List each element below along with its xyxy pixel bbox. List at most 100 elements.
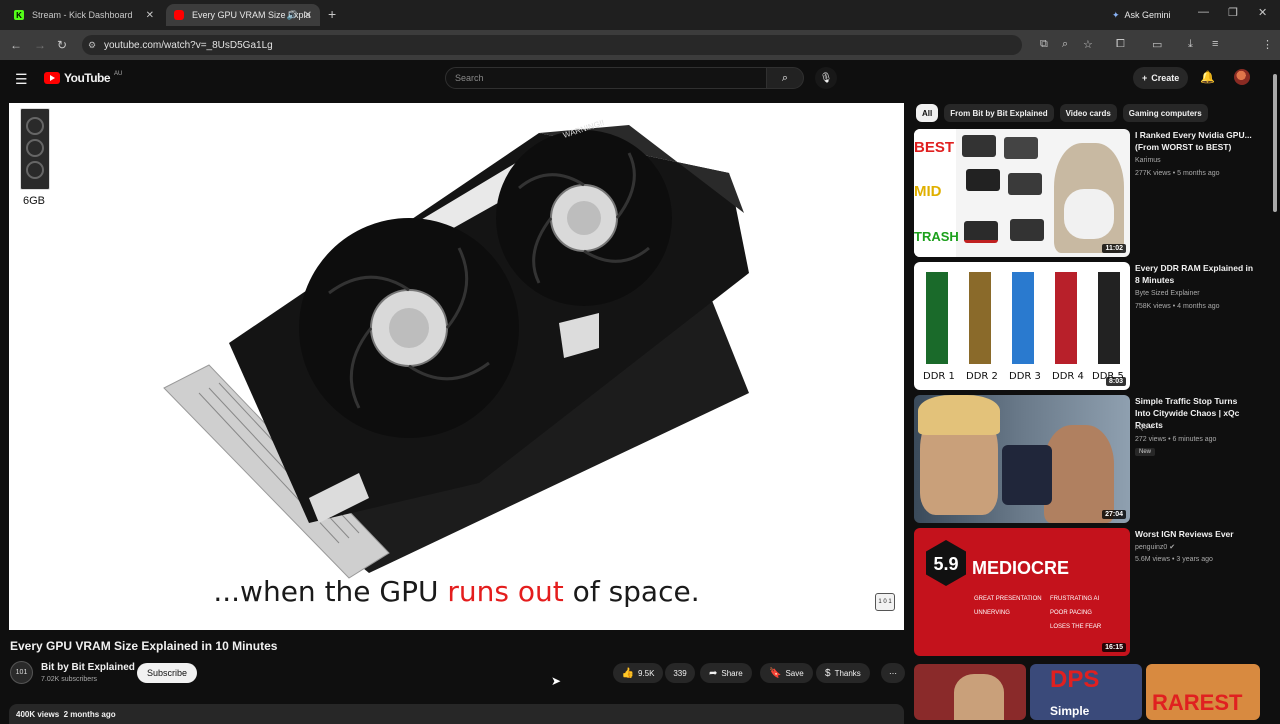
hamburger-menu-icon[interactable]: ☰ [15,71,28,88]
thumb-label-best: BEST [914,139,955,156]
share-button[interactable]: ➦ Share [700,663,752,683]
short-thumbnail[interactable] [914,664,1026,720]
tab-title: Stream - Kick Dashboard [32,10,133,20]
share-label: Share [721,668,743,678]
chip-from-channel[interactable]: From Bit by Bit Explained [944,104,1054,122]
youtube-play-logo-icon [44,72,60,84]
short-thumbnail[interactable]: DPS Simple [1030,664,1142,720]
thumb-label-ddr2: DDR 2 [966,371,998,382]
new-tab-button[interactable]: + [328,6,336,22]
channel-name: xQc [1135,424,1148,431]
subscriber-count: 7.02K subscribers [41,676,98,683]
country-code: AU [114,71,123,77]
chip-video-cards[interactable]: Video cards [1059,104,1117,122]
site-info-icon[interactable]: ⚙ [88,40,96,51]
recommendation-item[interactable]: DDR 1 DDR 2 DDR 3 DDR 4 DDR 5 8:03 Every… [914,262,1274,390]
upload-age: 2 months ago [63,710,116,719]
more-menu-icon[interactable]: ⋮ [1262,38,1273,51]
close-tab-icon[interactable]: ✕ [304,10,312,21]
save-button[interactable]: 🔖 Save [760,663,813,683]
comments-count-button[interactable]: 339 [665,663,695,683]
channel-name[interactable]: Bit by Bit Explained [41,662,135,673]
subscribe-button[interactable]: Subscribe [137,663,198,683]
video-caption: ...when the GPU runs out of space. [9,575,904,608]
create-label: Create [1151,73,1180,83]
recommendation-item[interactable]: BEST MID TRASH 11:02 I Ranked Every Nvid… [914,129,1274,257]
caption-text-highlight: runs out [447,575,564,608]
recommendation-channel[interactable]: xQc ✔ [1135,423,1155,431]
tab-kick-dashboard[interactable]: K Stream - Kick Dashboard ✕ [6,4,162,26]
thumb-label-ddr3: DDR 3 [1009,371,1041,382]
video-duration: 27:04 [1102,510,1126,519]
back-arrow-icon[interactable]: ← [10,38,22,52]
video-duration: 8:03 [1105,377,1126,386]
save-label: Save [785,668,804,678]
recommendation-title[interactable]: Worst IGN Reviews Ever [1135,528,1255,540]
thanks-button[interactable]: $ Thanks [816,663,870,683]
ask-gemini-button[interactable]: ✦ Ask Gemini [1104,6,1179,24]
recommendation-item[interactable]: 5.9 MEDIOCRE GREAT PRESENTATION UNNERVIN… [914,528,1274,656]
caption-text-end: of space. [563,575,700,608]
share-arrow-icon: ➦ [709,667,718,679]
video-thumbnail[interactable]: 5.9 MEDIOCRE GREAT PRESENTATION UNNERVIN… [914,528,1130,656]
sidebar-icon[interactable]: ▭ [1152,38,1162,51]
video-thumbnail[interactable]: 27:04 [914,395,1130,523]
more-actions-button[interactable]: ⋯ [881,663,905,683]
youtube-logo[interactable]: YouTube AU [44,71,122,85]
maximize-button[interactable]: ❐ [1228,6,1238,19]
forward-arrow-icon[interactable]: → [34,38,46,52]
video-thumbnail[interactable]: BEST MID TRASH 11:02 [914,129,1130,257]
thumb-label-mid: MID [914,183,942,200]
zoom-icon[interactable]: ⌕ [1062,38,1068,51]
shorts-row: DPS Simple RAREST [914,664,1260,720]
gemini-sparkle-icon: ✦ [1112,9,1120,20]
kick-icon: K [14,10,24,20]
search-button[interactable]: ⌕ [766,67,804,89]
video-thumbnail[interactable]: DDR 1 DDR 2 DDR 3 DDR 4 DDR 5 8:03 [914,262,1130,390]
recommendation-title[interactable]: I Ranked Every Nvidia GPU... (From WORST… [1135,129,1255,153]
logo-text: YouTube [64,71,111,85]
search-input[interactable]: Search [445,67,767,89]
minimize-button[interactable]: — [1198,6,1209,18]
video-player[interactable]: 6GB WARNING!! ...when the GPU runs out o… [9,103,904,630]
speaker-icon[interactable]: 🔊 [287,10,298,21]
downloads-icon[interactable]: ⤓ [1188,38,1193,51]
scrollbar-thumb[interactable] [1273,74,1277,212]
mouse-cursor-icon: ➤ [551,674,562,688]
extensions-icon[interactable]: ⧠ [1116,38,1125,51]
reload-icon[interactable]: ↻ [57,38,67,52]
close-tab-icon[interactable]: ✕ [146,10,154,21]
score-label: 5.9 [933,554,959,574]
channel-avatar[interactable]: 101 [10,661,33,684]
recommendation-title[interactable]: Every DDR RAM Explained in 8 Minutes [1135,262,1255,286]
recommendation-channel[interactable]: Byte Sized Explainer [1135,290,1200,297]
close-window-button[interactable]: ✕ [1258,6,1267,19]
chip-gaming-computers[interactable]: Gaming computers [1122,104,1208,122]
bookmark-star-icon[interactable]: ☆ [1083,38,1093,51]
short-label: DPS [1050,666,1100,693]
channel-watermark[interactable]: 1 0 1 [875,593,895,611]
thumb-tag: LOSES THE FEAR [1050,624,1102,630]
notifications-bell-icon[interactable]: 🔔 [1200,70,1215,84]
short-thumbnail[interactable]: RAREST [1146,664,1260,720]
youtube-favicon-icon [174,10,184,20]
recommendation-channel[interactable]: Karimus [1135,157,1161,164]
url-bar[interactable]: ⚙ youtube.com/watch?v=_8UsD5Ga1Lg [82,35,1022,55]
thumb-label-ddr4: DDR 4 [1052,371,1084,382]
thanks-label: Thanks [834,668,861,678]
create-button[interactable]: + Create [1133,67,1189,89]
account-avatar[interactable] [1234,69,1250,85]
media-controls-icon[interactable]: ≡ [1212,38,1218,50]
chip-all[interactable]: All [916,104,939,122]
view-count: 400K views [16,710,60,719]
like-button[interactable]: 👍 9.5K [613,663,663,683]
install-app-icon[interactable]: ⧉ [1040,38,1048,51]
recommendation-item[interactable]: 27:04 Simple Traffic Stop Turns Into Cit… [914,395,1274,523]
tab-youtube-video[interactable]: Every GPU VRAM Size Expla 🔊 ✕ [166,4,320,26]
voice-search-button[interactable]: 🎙 [815,67,837,89]
video-title: Every GPU VRAM Size Explained in 10 Minu… [10,639,278,653]
comment-count: 339 [673,668,687,678]
recommendation-channel[interactable]: penguinz0 ✔ [1135,543,1175,551]
description-box[interactable] [9,704,904,724]
short-label: RAREST [1152,690,1243,715]
